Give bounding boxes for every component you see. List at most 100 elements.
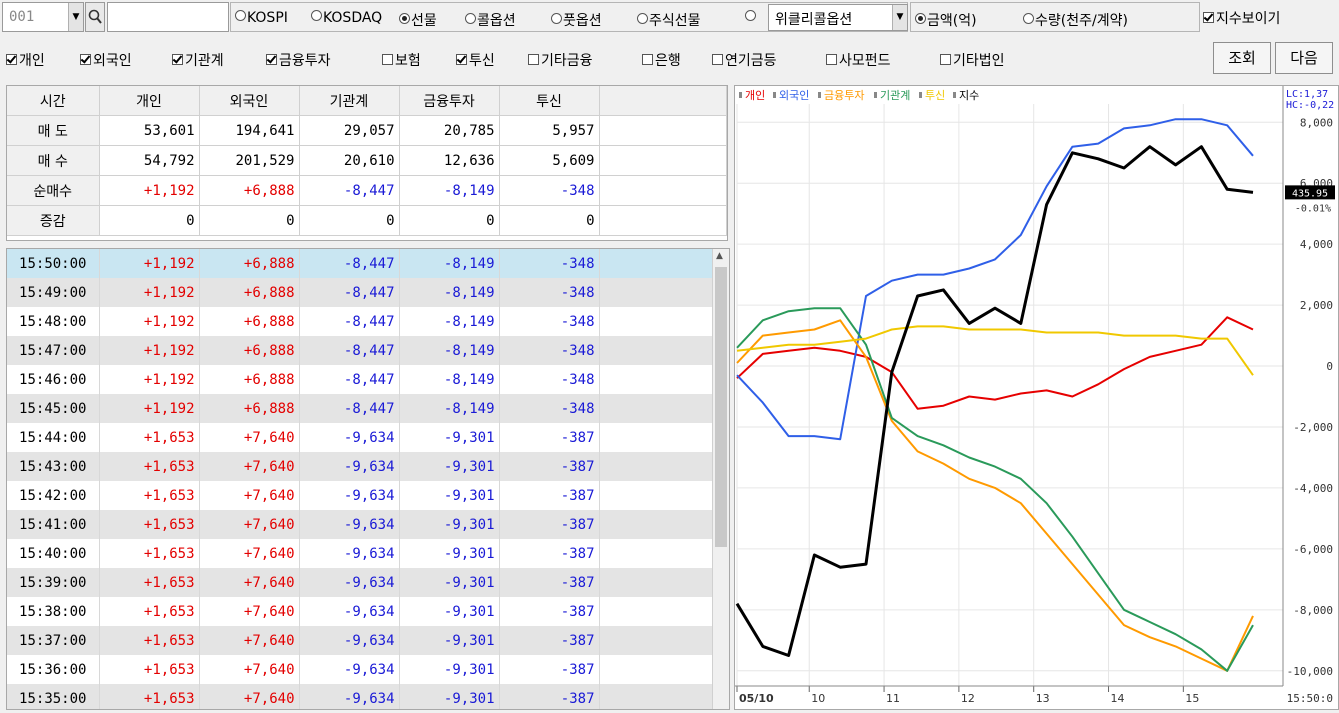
cell-value: -387 — [499, 597, 600, 626]
column-header: 시간 — [7, 86, 100, 116]
cell-value: -387 — [499, 655, 600, 684]
chevron-down-icon[interactable]: ▼ — [68, 3, 83, 31]
filter-insurance[interactable]: 보험 — [382, 50, 421, 70]
radio-quantity[interactable]: 수량(천주/계약) — [1023, 10, 1128, 30]
cell-value: -9,301 — [399, 568, 500, 597]
cell-value: 54,792 — [99, 145, 200, 176]
table-row[interactable]: 15:38:00 +1,653 +7,640 -9,634 -9,301 -387 — [7, 597, 713, 626]
table-row[interactable]: 15:49:00 +1,192 +6,888 -8,447 -8,149 -348 — [7, 278, 713, 307]
radio-amount[interactable]: 금액(억) — [915, 10, 977, 30]
legend-entry: 금융투자 — [824, 89, 864, 102]
table-row[interactable]: 15:36:00 +1,653 +7,640 -9,634 -9,301 -387 — [7, 655, 713, 684]
cell-value: -9,634 — [299, 539, 400, 568]
table-row[interactable]: 15:39:00 +1,653 +7,640 -9,634 -9,301 -387 — [7, 568, 713, 597]
code-combobox[interactable]: 001 ▼ — [2, 2, 84, 32]
vertical-scrollbar[interactable]: ▲ — [712, 249, 729, 709]
filter-pension[interactable]: 연기금등 — [712, 50, 777, 70]
cell-value: +7,640 — [199, 626, 300, 655]
table-row[interactable]: 15:47:00 +1,192 +6,888 -8,447 -8,149 -348 — [7, 336, 713, 365]
search-button[interactable] — [85, 2, 105, 32]
cell-empty — [599, 597, 713, 626]
filter-investment-trust[interactable]: 투신 — [456, 50, 495, 70]
scroll-thumb[interactable] — [715, 267, 727, 547]
cell-empty — [599, 568, 713, 597]
checkbox-label: 기타법인 — [953, 53, 1005, 69]
checkbox-icon — [642, 54, 653, 65]
time-cell: 15:50:00 — [7, 249, 100, 278]
show-index-checkbox[interactable]: 지수보이기 — [1203, 8, 1280, 28]
radio-label: 금액(억) — [927, 13, 977, 29]
table-row[interactable]: 15:48:00 +1,192 +6,888 -8,447 -8,149 -348 — [7, 307, 713, 336]
table-row[interactable]: 15:45:00 +1,192 +6,888 -8,447 -8,149 -348 — [7, 394, 713, 423]
time-cell: 15:43:00 — [7, 452, 100, 481]
radio-put-option[interactable]: 풋옵션 — [551, 10, 602, 30]
table-row[interactable]: 15:43:00 +1,653 +7,640 -9,634 -9,301 -387 — [7, 452, 713, 481]
cell-empty — [599, 205, 727, 236]
legend-entry: 기관계 — [880, 89, 910, 102]
cell-value: 0 — [499, 205, 600, 236]
cell-value: +1,653 — [99, 684, 200, 709]
query-button[interactable]: 조회 — [1213, 42, 1271, 74]
radio-kospi[interactable]: KOSPI — [235, 10, 288, 26]
filter-foreign[interactable]: 외국인 — [80, 50, 132, 70]
cell-value: 20,610 — [299, 145, 400, 176]
legend-entry: 투신 — [925, 89, 945, 102]
cell-value: 53,601 — [99, 115, 200, 146]
radio-label: 선물 — [411, 13, 437, 29]
investor-trend-chart: 8,000 6,000 4,000 2,000 0 -2,000 -4,000 -6,000-… — [734, 85, 1339, 710]
cell-value: +6,888 — [199, 365, 300, 394]
checkbox-icon — [826, 54, 837, 65]
checkbox-icon — [940, 54, 951, 65]
code-value: 001 — [9, 9, 35, 25]
table-row[interactable]: 15:46:00 +1,192 +6,888 -8,447 -8,149 -348 — [7, 365, 713, 394]
next-button[interactable]: 다음 — [1275, 42, 1333, 74]
cell-value: -348 — [499, 336, 600, 365]
cell-value: 0 — [99, 205, 200, 236]
chevron-down-icon[interactable]: ▼ — [892, 5, 907, 30]
cell-value: -9,634 — [299, 626, 400, 655]
checkbox-icon — [266, 54, 277, 65]
cell-empty — [599, 423, 713, 452]
radio-label: 수량(천주/계약) — [1035, 13, 1128, 29]
y-tick-label: 2,000 — [1300, 299, 1333, 312]
cell-value: +1,192 — [99, 278, 200, 307]
checkbox-label: 보험 — [395, 53, 421, 69]
filter-other-finance[interactable]: 기타금융 — [528, 50, 593, 70]
table-row[interactable]: 15:42:00 +1,653 +7,640 -9,634 -9,301 -387 — [7, 481, 713, 510]
checkbox-label: 금융투자 — [279, 53, 331, 69]
cell-value: 0 — [399, 205, 500, 236]
table-row[interactable]: 15:44:00 +1,653 +7,640 -9,634 -9,301 -387 — [7, 423, 713, 452]
scroll-up-icon[interactable]: ▲ — [716, 251, 723, 261]
radio-weekly[interactable] — [745, 10, 757, 26]
cell-value: +6,888 — [199, 278, 300, 307]
filter-financial-investment[interactable]: 금융투자 — [266, 50, 331, 70]
cell-value: +7,640 — [199, 423, 300, 452]
search-icon — [88, 9, 102, 24]
cell-value: -387 — [499, 510, 600, 539]
cell-empty — [599, 684, 713, 709]
cell-value: +1,192 — [99, 175, 200, 206]
checkbox-label: 은행 — [655, 53, 681, 69]
table-row[interactable]: 15:35:00 +1,653 +7,640 -9,634 -9,301 -387 — [7, 684, 713, 709]
filter-individual[interactable]: 개인 — [6, 50, 45, 70]
filter-private-fund[interactable]: 사모펀드 — [826, 50, 891, 70]
table-row[interactable]: 15:37:00 +1,653 +7,640 -9,634 -9,301 -387 — [7, 626, 713, 655]
name-input[interactable] — [107, 2, 229, 32]
table-row[interactable]: 15:50:00 +1,192 +6,888 -8,447 -8,149 -348 — [7, 249, 713, 278]
radio-stock-futures[interactable]: 주식선물 — [637, 10, 701, 30]
cell-value: +1,192 — [99, 249, 200, 278]
radio-call-option[interactable]: 콜옵션 — [465, 10, 516, 30]
table-row[interactable]: 15:40:00 +1,653 +7,640 -9,634 -9,301 -387 — [7, 539, 713, 568]
filter-bank[interactable]: 은행 — [642, 50, 681, 70]
filter-institution[interactable]: 기관계 — [172, 50, 224, 70]
checkbox-label: 연기금등 — [725, 53, 777, 69]
radio-icon — [1023, 13, 1034, 24]
radio-futures[interactable]: 선물 — [399, 10, 437, 30]
weekly-option-select[interactable]: 위클리콜옵션 ▼ — [768, 4, 908, 31]
radio-kosdaq[interactable]: KOSDAQ — [311, 10, 382, 26]
cell-value: +7,640 — [199, 684, 300, 709]
filter-other-corp[interactable]: 기타법인 — [940, 50, 1005, 70]
radio-icon — [311, 10, 322, 21]
table-row[interactable]: 15:41:00 +1,653 +7,640 -9,634 -9,301 -387 — [7, 510, 713, 539]
legend-marker — [874, 92, 877, 98]
